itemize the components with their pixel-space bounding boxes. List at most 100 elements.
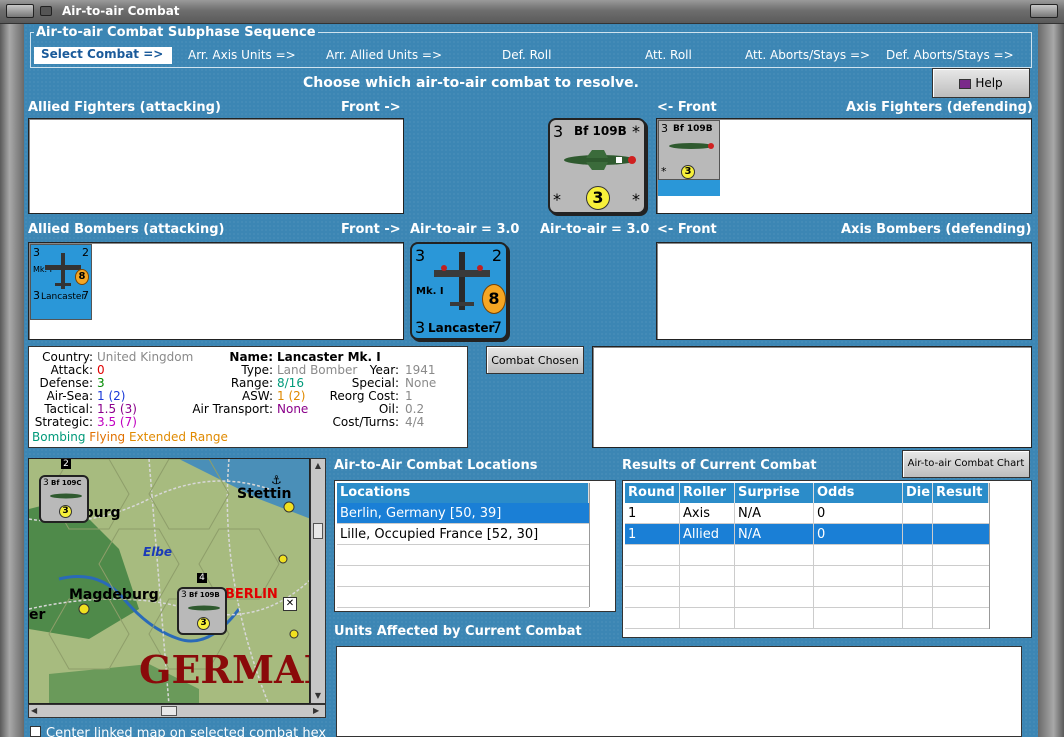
strategic-label: Strategic:: [34, 415, 93, 429]
locations-rows: Berlin, Germany [50, 39] Lille, Occupied…: [337, 503, 589, 609]
prompt-text: Choose which air-to-air combat to resolv…: [303, 75, 639, 91]
result-surprise: N/A: [738, 506, 761, 521]
attack-label: Attack:: [50, 363, 93, 377]
subphase-sequence-title: Air-to-air Combat Subphase Sequence: [34, 25, 318, 40]
combat-message-box: [592, 346, 1032, 448]
bomber-tl: 3: [415, 246, 426, 265]
scroll-right-icon[interactable]: ▶: [313, 706, 323, 716]
location-row[interactable]: Berlin, Germany [50, 39]: [337, 503, 589, 524]
oil-value: 0.2: [405, 402, 425, 416]
locations-title: Air-to-Air Combat Locations: [334, 458, 538, 473]
result-roller: Allied: [683, 527, 719, 542]
strategic-value: 3.5 (7): [97, 415, 137, 429]
bomber-bl: 3: [415, 318, 426, 337]
name-label: Name:: [229, 350, 273, 364]
small-bomber-name: Lancaster: [41, 292, 86, 302]
scroll-up-icon[interactable]: ▲: [313, 461, 323, 471]
center-map-checkbox[interactable]: [30, 726, 41, 737]
tactical-value: 1.5 (3): [97, 402, 137, 416]
defense-label: Defense:: [39, 376, 93, 390]
seq-step-def-aborts[interactable]: Def. Aborts/Stays =>: [886, 48, 1014, 62]
seq-step-select-combat[interactable]: Select Combat =>: [34, 47, 172, 64]
axis-bombers-front-label: <- Front: [657, 222, 717, 237]
small-bomber-tl: 3: [33, 246, 40, 259]
asw-value: 1 (2): [277, 389, 306, 403]
locations-header: Locations: [337, 483, 589, 503]
selected-allied-bomber-counter[interactable]: 3 2 Mk. I 8 3 Lancaster 7: [410, 242, 508, 340]
seq-step-def-roll[interactable]: Def. Roll: [502, 48, 551, 62]
seq-step-att-roll[interactable]: Att. Roll: [645, 48, 692, 62]
small-bomber-br: 7: [82, 289, 89, 302]
linked-map[interactable]: Stettin mburg Elbe Magdeburg er BERLIN G…: [28, 458, 310, 704]
cost-value: 4/4: [405, 415, 425, 429]
unit-traits: Bombing Flying Extended Range: [32, 430, 228, 444]
help-button[interactable]: Help: [932, 68, 1030, 98]
allied-fighters-box[interactable]: [28, 118, 404, 214]
result-surprise: N/A: [738, 527, 761, 542]
allied-bomber-counter-small[interactable]: 3 2 Mk. I 8 3 Lancaster 7: [30, 244, 92, 320]
results-col-divider: [679, 503, 680, 629]
scroll-v-thumb[interactable]: [313, 523, 323, 539]
main-panel: Air-to-air Combat Subphase Sequence Sele…: [24, 24, 1038, 737]
map-fighter-icon-2: [188, 605, 220, 611]
bomber-name: Lancaster: [428, 321, 495, 335]
map-label-magdeburg: Magdeburg: [69, 587, 159, 603]
year-label: Year:: [369, 363, 399, 377]
defense-value: 3: [97, 376, 105, 390]
axis-fighter-slot[interactable]: 3 Bf 109B * 3: [658, 120, 720, 196]
map-label-berlin: BERLIN: [225, 587, 278, 602]
small-fighter-icon: [669, 143, 714, 149]
selected-axis-fighter-counter[interactable]: 3 Bf 109B * * * 3: [548, 118, 646, 214]
trait-bombing: Bombing: [32, 430, 86, 444]
axis-fighters-front-label: <- Front: [657, 100, 717, 115]
scroll-h-thumb[interactable]: [161, 706, 177, 716]
bomber-circle: 8: [482, 284, 506, 314]
result-roller: Axis: [683, 506, 710, 521]
result-round: 1: [628, 506, 637, 521]
map-vertical-scrollbar[interactable]: ▲ ▼: [310, 458, 326, 704]
range-label: Range:: [230, 376, 273, 390]
result-odds: 0: [817, 506, 826, 521]
map-unit-bf109b[interactable]: 3 Bf 109B 3: [177, 587, 227, 635]
window-menu-icon[interactable]: [6, 4, 34, 18]
locations-divider: [589, 483, 590, 607]
country-value: United Kingdom: [97, 350, 194, 364]
tactical-label: Tactical:: [44, 402, 93, 416]
result-odds: 0: [817, 527, 826, 542]
counter-defense-circle: 3: [586, 186, 610, 210]
combat-chosen-button[interactable]: Combat Chosen: [486, 346, 584, 374]
title-bar: Air-to-air Combat: [0, 0, 1064, 24]
small-counter-star: *: [661, 165, 667, 178]
map-label-elbe: Elbe: [143, 545, 173, 559]
air-to-air-combat-chart-button[interactable]: Air-to-air Combat Chart: [902, 450, 1030, 478]
map-unit-bf109b-air: 3: [181, 590, 187, 600]
location-row[interactable]: Lille, Occupied France [52, 30]: [337, 524, 589, 545]
map-unit-bf109c[interactable]: 3 Bf 109C 3: [39, 475, 89, 523]
small-bomber-circle: 8: [75, 269, 89, 285]
units-affected-box: [336, 646, 1022, 737]
scroll-left-icon[interactable]: ◀: [31, 706, 41, 716]
map-horizontal-scrollbar[interactable]: ◀ ▶: [28, 704, 326, 718]
reorg-label: Reorg Cost:: [329, 389, 399, 403]
location-row-empty: [337, 587, 589, 608]
oil-label: Oil:: [378, 402, 399, 416]
counter-star-br: *: [632, 190, 640, 209]
airtransport-value: None: [277, 402, 309, 416]
anchor-icon: ⚓: [271, 473, 282, 487]
axis-bombers-box[interactable]: [656, 242, 1032, 340]
small-counter-defense: 3: [681, 165, 695, 179]
seq-step-arr-allied[interactable]: Arr. Allied Units =>: [326, 48, 442, 62]
seq-step-arr-axis[interactable]: Arr. Axis Units =>: [188, 48, 296, 62]
results-col-divider: [902, 503, 903, 629]
country-label: Country:: [42, 350, 93, 364]
locations-list[interactable]: Locations Berlin, Germany [50, 39] Lille…: [334, 480, 616, 612]
scroll-down-icon[interactable]: ▼: [313, 691, 323, 701]
axis-fighter-counter[interactable]: 3 Bf 109B * 3: [658, 120, 720, 180]
counter-star-bl: *: [553, 190, 561, 209]
map-stack-count-2: 4: [197, 573, 207, 583]
map-unit-bf109b-defense: 3: [197, 617, 210, 630]
results-col-die: Die: [903, 483, 933, 503]
reorg-value: 1: [405, 389, 413, 403]
seq-step-att-aborts[interactable]: Att. Aborts/Stays =>: [745, 48, 870, 62]
window-close-icon[interactable]: [1030, 4, 1058, 18]
